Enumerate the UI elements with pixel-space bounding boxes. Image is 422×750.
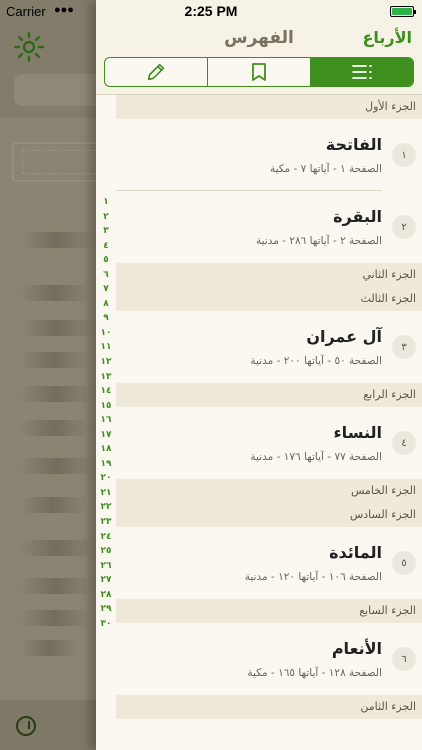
juz-header: الجزء الرابع	[116, 383, 422, 407]
juz-index-number[interactable]: ٩	[96, 311, 116, 326]
verse-line	[20, 232, 94, 248]
juz-index-number[interactable]: ١٣	[96, 370, 116, 385]
juz-header: الجزء الأول	[116, 95, 422, 119]
juz-index-number[interactable]: ١٥	[96, 399, 116, 414]
sura-number-badge: ٦	[392, 647, 416, 671]
sura-row[interactable]: آل عمران الصفحة ٥٠ - آياتها ٢٠٠ - مدنية …	[116, 311, 422, 383]
juz-index-column: ١ ٢ ٣ ٤ ٥ ٦ ٧ ٨ ٩ ١٠ ١١ ١٢ ١٣ ١٤ ١٥ ١٦ ١٧ ١٨ ١٩ ٢٠ ٢١ ٢٢ ٢٣ ٢٤ ٢…	[96, 195, 116, 631]
battery-icon	[390, 6, 416, 17]
juz-header: الجزء الثامن	[116, 695, 422, 719]
sura-row[interactable]: المائدة الصفحة ١٠٦ - آياتها ١٢٠ - مدنية …	[116, 527, 422, 599]
verse-line	[20, 352, 88, 368]
juz-index-number[interactable]: ١	[96, 195, 116, 210]
juz-index-number[interactable]: ٨	[96, 297, 116, 312]
sura-info: الصفحة ٧٧ - آياتها ١٧٦ - مدنية	[250, 451, 382, 463]
juz-index-number[interactable]: ٢٤	[96, 530, 116, 545]
pencil-icon	[147, 63, 165, 81]
juz-index-number[interactable]: ٦	[96, 268, 116, 283]
juz-index-number[interactable]: ١٨	[96, 442, 116, 457]
status-bar: Carrier ●●● 2:25 PM	[0, 0, 422, 22]
juz-index-number[interactable]: ٢٦	[96, 559, 116, 574]
juz-index-number[interactable]: ٧	[96, 282, 116, 297]
juz-index-number[interactable]: ١٠	[96, 326, 116, 341]
juz-index-number[interactable]: ٣	[96, 224, 116, 239]
sura-name: المائدة	[329, 543, 382, 562]
juz-index-number[interactable]: ٢	[96, 210, 116, 225]
verse-line	[20, 578, 92, 594]
verse-line	[20, 497, 86, 513]
status-time: 2:25 PM	[184, 3, 238, 19]
juz-header: الجزء الثاني	[116, 263, 422, 287]
sura-info: الصفحة ١٠٦ - آياتها ١٢٠ - مدنية	[244, 571, 382, 583]
juz-index-number[interactable]: ١٦	[96, 413, 116, 428]
juz-index-number[interactable]: ٢٧	[96, 573, 116, 588]
juz-header: الجزء السابع	[116, 599, 422, 623]
verse-line	[20, 610, 90, 626]
sura-list: الجزء الأول الفاتحة الصفحة ١ - آياتها ٧ …	[116, 95, 422, 719]
juz-header: الجزء الثالث	[116, 287, 422, 311]
verse-line	[20, 420, 90, 436]
tab-notes[interactable]	[105, 58, 207, 86]
sura-row[interactable]: الفاتحة الصفحة ١ - آياتها ٧ - مكية ١	[116, 119, 422, 191]
juz-index-number[interactable]: ٢٨	[96, 588, 116, 603]
juz-index-number[interactable]: ١٢	[96, 355, 116, 370]
sura-info: الصفحة ٥٠ - آياتها ٢٠٠ - مدنية	[250, 355, 382, 367]
download-icon[interactable]	[16, 716, 36, 736]
verse-line	[20, 540, 94, 556]
juz-index-number[interactable]: ٢١	[96, 486, 116, 501]
sura-row[interactable]: الأنعام الصفحة ١٢٨ - آياتها ١٦٥ - مكية ٦	[116, 623, 422, 695]
list-icon	[352, 65, 372, 79]
juz-header: الجزء الخامس	[116, 479, 422, 503]
juz-index-number[interactable]: ٢٢	[96, 500, 116, 515]
juz-index-number[interactable]: ١٩	[96, 457, 116, 472]
verse-line	[20, 320, 94, 336]
tab-index[interactable]	[310, 58, 413, 86]
juz-index-number[interactable]: ٥	[96, 253, 116, 268]
verse-line	[20, 640, 80, 656]
juz-index-number[interactable]: ١١	[96, 340, 116, 355]
sura-number-badge: ٢	[392, 215, 416, 239]
sura-name: الأنعام	[331, 639, 382, 658]
quarters-button[interactable]: الأرباع	[362, 28, 412, 47]
juz-index-number[interactable]: ١٧	[96, 428, 116, 443]
juz-index-number[interactable]: ٢٣	[96, 515, 116, 530]
juz-index-number[interactable]: ٢٥	[96, 544, 116, 559]
sura-name: النساء	[333, 423, 383, 442]
sura-name: البقرة	[333, 207, 382, 226]
sura-number-badge: ٤	[392, 431, 416, 455]
sura-row[interactable]: النساء الصفحة ٧٧ - آياتها ١٧٦ - مدنية ٤	[116, 407, 422, 479]
segmented-control	[104, 57, 414, 87]
juz-header: الجزء السادس	[116, 503, 422, 527]
index-panel: الفهرس الأرباع ١ ٢ ٣ ٤ ٥ ٦ ٧ ٨ ٩ ١٠ ١١ ١…	[96, 0, 422, 750]
sura-number-badge: ٣	[392, 335, 416, 359]
gear-icon[interactable]	[14, 32, 44, 62]
juz-index-number[interactable]: ١٤	[96, 384, 116, 399]
sura-info: الصفحة ١ - آياتها ٧ - مكية	[269, 163, 382, 175]
sura-number-badge: ١	[392, 143, 416, 167]
tab-bookmarks[interactable]	[207, 58, 310, 86]
sura-info: الصفحة ٢ - آياتها ٢٨٦ - مدنية	[256, 235, 382, 247]
sura-name: آل عمران	[306, 327, 382, 346]
sura-info: الصفحة ١٢٨ - آياتها ١٦٥ - مكية	[247, 667, 382, 679]
sura-row[interactable]: البقرة الصفحة ٢ - آياتها ٢٨٦ - مدنية ٢	[116, 191, 422, 263]
verse-line	[20, 285, 90, 301]
juz-index-number[interactable]: ٢٠	[96, 471, 116, 486]
juz-index-number[interactable]: ٤	[96, 239, 116, 254]
juz-index-number[interactable]: ٢٩	[96, 602, 116, 617]
juz-index-number[interactable]: ٣٠	[96, 617, 116, 632]
sura-number-badge: ٥	[392, 551, 416, 575]
bookmark-icon	[252, 63, 266, 81]
verse-line	[20, 386, 92, 402]
verse-line	[20, 458, 94, 474]
sura-name: الفاتحة	[325, 135, 382, 154]
